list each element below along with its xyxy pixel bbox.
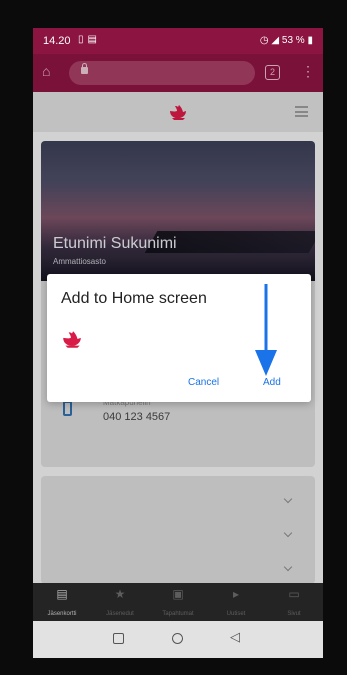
home-button-icon[interactable] (172, 633, 183, 644)
add-button[interactable]: Add (263, 377, 281, 388)
notification-icons: ▯▤ (78, 34, 101, 45)
phone-screen: 14.20 ▯▤ ◷ ◢ 53 % ▮ ⌂ 2 ⋮ Etunimi Sukuni… (33, 28, 323, 658)
dialog-title: Add to Home screen (61, 290, 207, 307)
battery-icon: ▮ (307, 35, 313, 46)
whale-logo-icon (63, 331, 81, 348)
status-bar: 14.20 ▯▤ ◷ ◢ 53 % ▮ (33, 28, 323, 54)
signal-icon: ◢ (271, 35, 280, 46)
status-right: ◷ ◢ 53 % ▮ (260, 35, 313, 46)
battery-percentage: 53 % (281, 35, 305, 46)
back-icon[interactable]: ◁ (230, 629, 240, 645)
recent-apps-icon[interactable] (113, 633, 124, 644)
system-navigation-bar: ◁ (33, 621, 323, 658)
alarm-icon: ◷ (259, 35, 269, 46)
status-time: 14.20 (43, 35, 71, 47)
annotation-arrow-down-icon (255, 284, 277, 376)
cancel-button[interactable]: Cancel (188, 377, 219, 388)
